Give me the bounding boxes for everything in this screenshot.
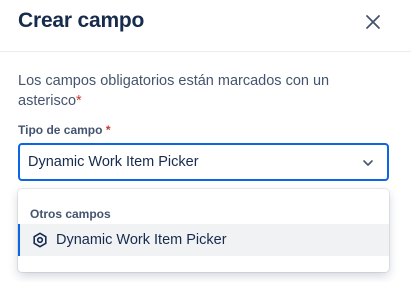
field-type-select-value: Dynamic Work Item Picker <box>28 154 199 170</box>
hexagon-settings-icon <box>33 232 47 248</box>
menu-group-label: Otros campos <box>30 207 111 221</box>
dialog-header: Crear campo <box>0 0 411 52</box>
menu-option-dynamic-work-item-picker[interactable]: Dynamic Work Item Picker <box>18 224 389 256</box>
required-note-text: Los campos obligatorios están marcados c… <box>18 73 330 109</box>
required-fields-note: Los campos obligatorios están marcados c… <box>18 71 378 111</box>
field-type-label: Tipo de campo * <box>18 122 110 138</box>
menu-option-label: Dynamic Work Item Picker <box>56 232 227 248</box>
required-asterisk: * <box>76 93 82 109</box>
field-type-dropdown-menu: Otros campos Dynamic Work Item Picker <box>18 189 389 272</box>
close-button[interactable] <box>362 11 384 33</box>
close-icon <box>366 15 380 29</box>
chevron-down-icon <box>363 160 373 166</box>
field-required-asterisk: * <box>105 123 111 137</box>
field-type-label-text: Tipo de campo <box>18 123 103 137</box>
field-type-select[interactable]: Dynamic Work Item Picker <box>18 143 389 181</box>
dialog-title: Crear campo <box>18 9 145 32</box>
